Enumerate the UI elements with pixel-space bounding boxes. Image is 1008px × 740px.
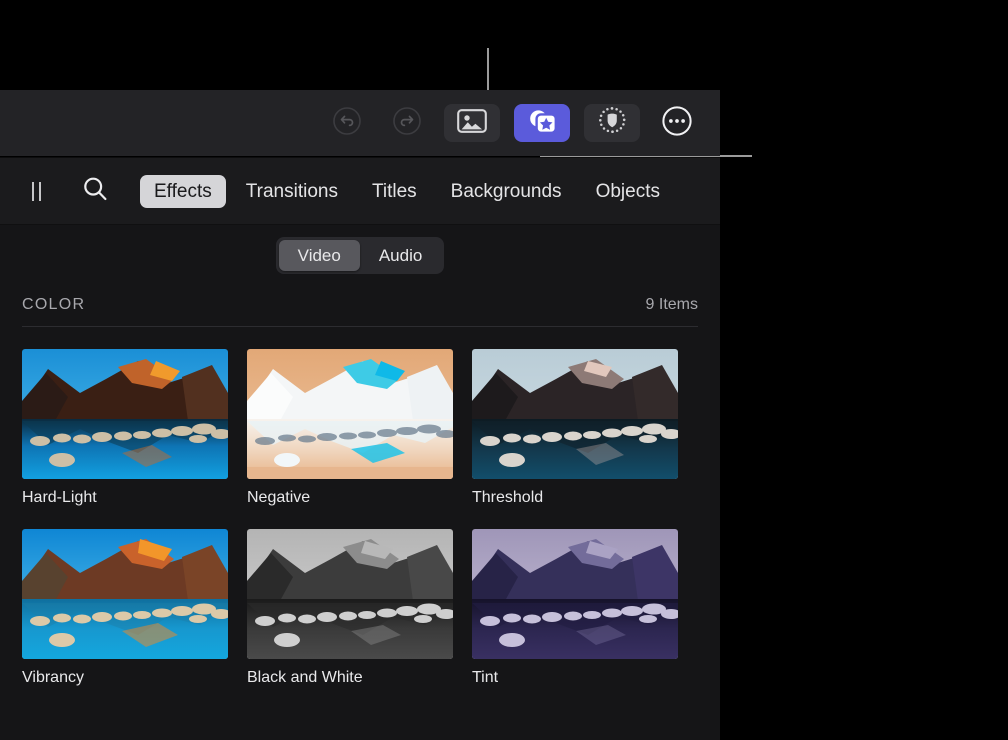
group-item-count: 9 Items (646, 296, 698, 314)
segmented-control-wrap: Video Audio (0, 225, 720, 274)
tab-backgrounds[interactable]: Backgrounds (437, 175, 576, 208)
hard-light-thumb[interactable] (22, 349, 228, 479)
effect-label: Threshold (472, 488, 678, 507)
group-header: COLOR 9 Items (22, 296, 698, 327)
redo-button[interactable] (384, 104, 430, 142)
more-icon (660, 104, 694, 143)
photo-icon (457, 108, 487, 139)
segment-video[interactable]: Video (279, 240, 360, 271)
sidebar-toggle-button[interactable] (18, 176, 54, 206)
effect-item[interactable]: Negative (247, 349, 453, 507)
effects-icon (526, 107, 558, 140)
tab-transitions[interactable]: Transitions (232, 175, 352, 208)
search-icon (80, 174, 110, 209)
browser-nav-bar: Effects Transitions Titles Backgrounds O… (0, 157, 720, 225)
undo-icon (331, 105, 363, 142)
tab-effects[interactable]: Effects (140, 175, 226, 208)
effect-item[interactable]: Tint (472, 529, 678, 687)
segment-audio[interactable]: Audio (360, 240, 441, 271)
effect-item[interactable]: Vibrancy (22, 529, 228, 687)
redo-icon (391, 105, 423, 142)
effect-label: Black and White (247, 668, 453, 687)
effect-label: Vibrancy (22, 668, 228, 687)
effects-browser-button[interactable] (514, 104, 570, 142)
tab-titles[interactable]: Titles (358, 175, 431, 208)
vibrancy-thumb[interactable] (22, 529, 228, 659)
effect-label: Hard-Light (22, 488, 228, 507)
effects-grid: Hard-Light (0, 327, 720, 687)
magic-wand-icon (596, 105, 628, 142)
threshold-thumb[interactable] (472, 349, 678, 479)
screenshot-root: Effects Transitions Titles Backgrounds O… (0, 0, 1008, 740)
effect-item[interactable]: Hard-Light (22, 349, 228, 507)
more-options-button[interactable] (654, 104, 700, 142)
effect-label: Negative (247, 488, 453, 507)
negative-thumb[interactable] (247, 349, 453, 479)
browser-tab-strip: Effects Transitions Titles Backgrounds O… (140, 175, 674, 208)
effect-item[interactable]: Black and White (247, 529, 453, 687)
tab-objects[interactable]: Objects (582, 175, 674, 208)
enhance-button[interactable] (584, 104, 640, 142)
effect-label: Tint (472, 668, 678, 687)
tint-thumb[interactable] (472, 529, 678, 659)
app-toolbar (0, 90, 720, 156)
effects-browser-content: Video Audio COLOR 9 Items (0, 225, 720, 740)
sidebar-toggle-icon (32, 182, 41, 201)
media-browser-button[interactable] (444, 104, 500, 142)
group-title: COLOR (22, 296, 85, 314)
undo-button[interactable] (324, 104, 370, 142)
search-button[interactable] (68, 173, 122, 209)
black-and-white-thumb[interactable] (247, 529, 453, 659)
effect-item[interactable]: Threshold (472, 349, 678, 507)
video-audio-segmented-control: Video Audio (276, 237, 445, 274)
